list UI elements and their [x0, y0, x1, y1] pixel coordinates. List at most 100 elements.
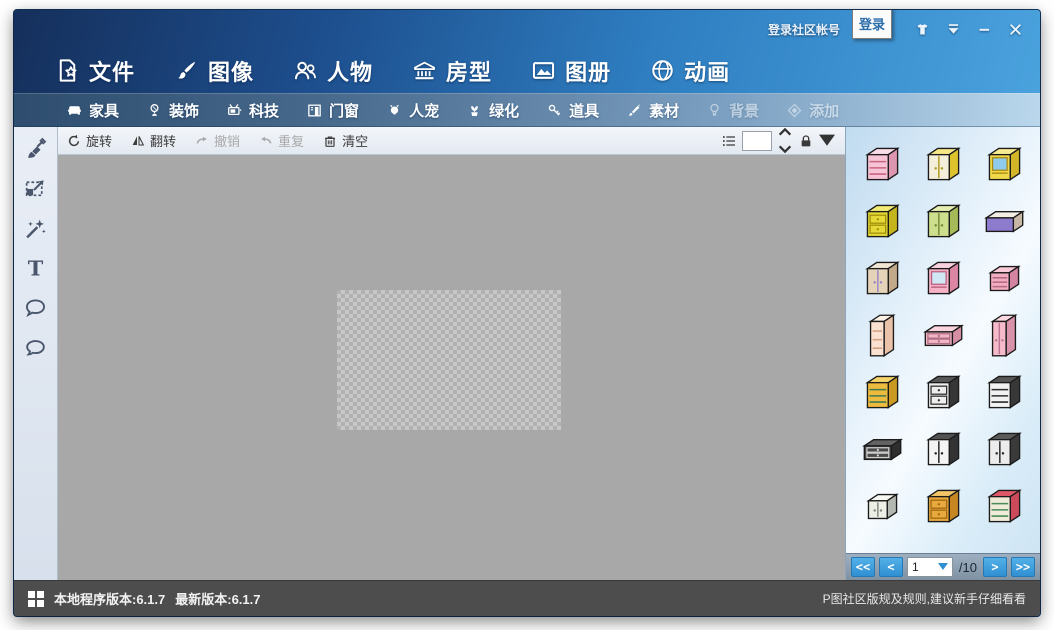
furniture-item-tan-purple-wardrobe[interactable]	[852, 249, 913, 306]
menu-item-album[interactable]: 图册	[530, 55, 611, 87]
chevron-up-icon[interactable]	[777, 124, 793, 140]
undo-icon	[194, 133, 210, 149]
furniture-item-pink-vanity-mirror[interactable]	[913, 249, 974, 306]
rotate-icon	[66, 133, 82, 149]
category-green[interactable]: 绿化	[466, 100, 519, 121]
sofa-icon	[66, 102, 83, 119]
flip-button[interactable]: 翻转	[130, 131, 176, 150]
last-page-button[interactable]: >>	[1011, 557, 1035, 577]
people-icon	[292, 57, 319, 84]
furniture-item-orange-dresser[interactable]	[913, 477, 974, 534]
furniture-item-black-drawer-cabinet[interactable]	[913, 363, 974, 420]
clear-button[interactable]: 清空	[322, 131, 368, 150]
category-decor[interactable]: 装饰	[146, 100, 199, 121]
titlebar: 登录社区帐号 登录	[14, 10, 1040, 48]
category-label: 家具	[89, 100, 119, 121]
category-toolbar: 家具 装饰 科技 门窗 人宠 绿化 道具 素材 背景 添加	[14, 93, 1040, 127]
category-label: 背景	[729, 100, 759, 121]
next-page-button[interactable]: >	[983, 557, 1007, 577]
furniture-item-pink-tall-wardrobe[interactable]	[973, 306, 1034, 363]
menu-item-label: 图像	[208, 55, 254, 87]
rotate-button[interactable]: 旋转	[66, 131, 112, 150]
furniture-item-yellow-wardrobe[interactable]	[913, 135, 974, 192]
list-icon[interactable]	[721, 133, 737, 149]
furniture-item-black-white-cabinet[interactable]	[973, 420, 1034, 477]
transform-tool[interactable]	[18, 173, 54, 209]
first-page-button[interactable]: <<	[851, 557, 875, 577]
minimize-icon[interactable]	[976, 21, 993, 38]
door-window-icon	[306, 102, 323, 119]
menu-item-room[interactable]: 房型	[411, 55, 492, 87]
latest-version-label: 最新版本:6.1.7	[175, 589, 260, 608]
community-rules-link[interactable]: P图社区版规及规则,建议新手仔细看看	[823, 590, 1026, 607]
svg-text:T: T	[28, 256, 44, 280]
pet-icon	[386, 102, 403, 119]
furniture-item-white-gray-cabinet[interactable]	[852, 477, 913, 534]
chevron-down-icon	[938, 560, 948, 574]
app-grid-icon	[28, 591, 44, 607]
resize-icon	[23, 176, 48, 206]
category-props[interactable]: 道具	[546, 100, 599, 121]
menu-item-animation[interactable]: 动画	[649, 55, 730, 87]
lock-menu-caret-icon[interactable]	[819, 133, 835, 149]
furniture-item-pink-shelf-cabinet[interactable]	[852, 135, 913, 192]
menu-item-image[interactable]: 图像	[173, 55, 254, 87]
frame-size-input[interactable]	[742, 131, 772, 151]
album-icon	[530, 57, 557, 84]
redo-button[interactable]: 重复	[258, 131, 304, 150]
edit-item-label: 撤销	[214, 131, 240, 150]
furniture-item-green-bear-cabinet[interactable]	[913, 192, 974, 249]
login-button[interactable]: 登录	[852, 10, 892, 39]
paint-edit-tool[interactable]	[18, 133, 54, 169]
local-version-label: 本地程序版本:6.1.7	[54, 589, 165, 608]
text-icon: T	[23, 256, 48, 286]
category-background[interactable]: 背景	[706, 100, 759, 121]
text-tool[interactable]: T	[18, 253, 54, 289]
tool-sidebar: T	[14, 127, 58, 580]
furniture-item-pink-low-cabinet[interactable]	[913, 306, 974, 363]
furniture-item-dark-tv-stand[interactable]	[852, 420, 913, 477]
menu-item-label: 人物	[327, 55, 373, 87]
category-tech[interactable]: 科技	[226, 100, 279, 121]
category-furniture[interactable]: 家具	[66, 100, 119, 121]
pagination-bar: << < 1 /10 > >>	[846, 553, 1040, 580]
lock-icon[interactable]	[798, 133, 814, 149]
close-icon[interactable]	[1007, 21, 1024, 38]
furniture-item-black-shelf-cabinet[interactable]	[973, 363, 1034, 420]
prev-page-button[interactable]: <	[879, 557, 903, 577]
furniture-item-pink-nightstand[interactable]	[973, 249, 1034, 306]
edit-toolbar-right	[721, 124, 835, 157]
menu-item-label: 文件	[89, 55, 135, 87]
app-window: 登录社区帐号 登录 文件 图像 人物 房型 图册 动画 家具 装饰 科技 门窗 人宠 绿化 道具 素材 背…	[14, 10, 1040, 616]
canvas[interactable]	[58, 155, 845, 580]
furniture-item-yellow-dresser[interactable]	[852, 192, 913, 249]
value-stepper[interactable]	[777, 124, 793, 157]
category-doors[interactable]: 门窗	[306, 100, 359, 121]
furniture-item-purple-white-nightstand[interactable]	[973, 192, 1034, 249]
thought-bubble-tool[interactable]	[18, 333, 54, 369]
header: 登录社区帐号 登录 文件 图像 人物 房型 图册 动画	[14, 10, 1040, 93]
category-pets[interactable]: 人宠	[386, 100, 439, 121]
furniture-item-black-white-wardrobe[interactable]	[913, 420, 974, 477]
furniture-item-red-green-bookshelf[interactable]	[973, 477, 1034, 534]
page-select[interactable]: 1	[907, 557, 953, 577]
category-add[interactable]: 添加	[786, 100, 839, 121]
furniture-item-peach-tall-shelf[interactable]	[852, 306, 913, 363]
menu-item-label: 房型	[446, 55, 492, 87]
magic-wand-tool[interactable]	[18, 213, 54, 249]
undo-button[interactable]: 撤销	[194, 131, 240, 150]
status-bar: 本地程序版本:6.1.7 最新版本:6.1.7 P图社区版规及规则,建议新手仔细…	[14, 580, 1040, 616]
menu-item-person[interactable]: 人物	[292, 55, 373, 87]
skin-shirt-icon[interactable]	[914, 21, 931, 38]
login-hint-label: 登录社区帐号	[768, 21, 840, 38]
category-material[interactable]: 素材	[626, 100, 679, 121]
category-label: 绿化	[489, 100, 519, 121]
balloon-icon	[706, 102, 723, 119]
furniture-grid	[846, 127, 1040, 553]
furniture-item-yellow-mirror-cabinet[interactable]	[973, 135, 1034, 192]
collapse-icon[interactable]	[945, 21, 962, 38]
furniture-item-yellow-green-bookshelf[interactable]	[852, 363, 913, 420]
file-star-icon	[54, 57, 81, 84]
menu-item-file[interactable]: 文件	[54, 55, 135, 87]
speech-bubble-tool[interactable]	[18, 293, 54, 329]
